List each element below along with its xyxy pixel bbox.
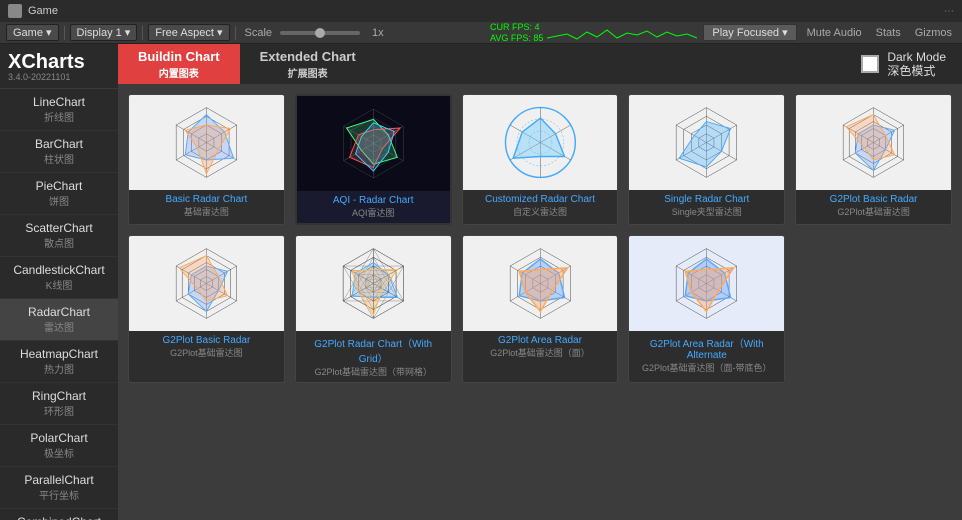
chevron-down-icon: ▾ <box>46 26 52 39</box>
stats-button[interactable]: Stats <box>872 26 905 40</box>
chart-info: G2Plot Basic Radar G2Plot基础雷达图 <box>796 190 951 222</box>
chart-grid: Basic Radar Chart 基础雷达图 AQI - Radar Char… <box>118 84 962 520</box>
sidebar-item-ringchart[interactable]: RingChart 环形图 <box>0 383 118 425</box>
chart-card-aqi-radar[interactable]: AQI - Radar Chart AQI雷达图 <box>295 94 452 225</box>
chart-preview <box>629 95 784 190</box>
chart-card-basic-radar[interactable]: Basic Radar Chart 基础雷达图 <box>128 94 285 225</box>
chart-card-single-radar[interactable]: Single Radar Chart Single夹型雷达图 <box>628 94 785 225</box>
tab-buildin[interactable]: Buildin Chart 内置图表 <box>118 44 240 84</box>
chart-preview <box>129 95 284 190</box>
brand-box: XCharts 3.4.0-20221101 <box>0 44 118 89</box>
chart-preview <box>796 95 951 190</box>
scale-slider[interactable] <box>280 31 360 35</box>
dark-mode-area: Dark Mode 深色模式 <box>861 44 962 84</box>
dark-mode-label: Dark Mode 深色模式 <box>887 50 946 79</box>
chart-preview <box>463 95 618 190</box>
separator-3 <box>235 26 236 40</box>
sidebar-item-heatmapchart[interactable]: HeatmapChart 热力图 <box>0 341 118 383</box>
scale-value: 1x <box>372 27 384 39</box>
chart-card-g2plot-basic2[interactable]: G2Plot Basic Radar G2Plot基础雷达图 <box>128 235 285 383</box>
sidebar-item-parallelchart[interactable]: ParallelChart 平行坐标 <box>0 467 118 509</box>
brand-name: XCharts <box>8 52 112 72</box>
scale-label: Scale <box>245 27 273 39</box>
sidebar-item-polarchart[interactable]: PolarChart 极坐标 <box>0 425 118 467</box>
chart-card-g2plot-area[interactable]: G2Plot Area Radar G2Plot基础雷达图（面） <box>462 235 619 383</box>
gizmos-button[interactable]: Gizmos <box>911 26 956 40</box>
chart-card-g2plot-grid[interactable]: G2Plot Radar Chart（With Grid） G2Plot基础雷达… <box>295 235 452 383</box>
chart-preview <box>296 236 451 331</box>
chart-info: AQI - Radar Chart AQI雷达图 <box>297 191 450 223</box>
chart-card-customized-radar[interactable]: Customized Radar Chart 自定义雷达图 <box>462 94 619 225</box>
dark-mode-checkbox[interactable] <box>861 55 879 73</box>
chart-info: G2Plot Area Radar G2Plot基础雷达图（面） <box>463 331 618 363</box>
toolbar-right: CUR FPS: 4 AVG FPS: 85 Play Focused ▾ Mu… <box>490 22 956 44</box>
game-icon <box>8 4 22 18</box>
main-area: XCharts 3.4.0-20221101 LineChart 折线图 Bar… <box>0 44 962 520</box>
sidebar-item-barchart[interactable]: BarChart 柱状图 <box>0 131 118 173</box>
sidebar-item-combinedchart[interactable]: CombinedChart 组合图 <box>0 509 118 520</box>
play-focused-button[interactable]: Play Focused ▾ <box>703 24 796 41</box>
chart-card-g2plot-area-alt[interactable]: G2Plot Area Radar（With Alternate G2Plot基… <box>628 235 785 383</box>
game-label: Game <box>28 5 58 17</box>
mute-audio-button[interactable]: Mute Audio <box>803 26 866 40</box>
tab-extended[interactable]: Extended Chart 扩展图表 <box>240 44 376 84</box>
content-area: Buildin Chart 内置图表 Extended Chart 扩展图表 D… <box>118 44 962 520</box>
system-bar: Game ⋯ <box>0 0 962 22</box>
aspect-dropdown[interactable]: Free Aspect ▾ <box>148 24 229 41</box>
chart-preview <box>129 236 284 331</box>
toolbar: Game ▾ Display 1 ▾ Free Aspect ▾ Scale 1… <box>0 22 962 44</box>
chart-preview <box>463 236 618 331</box>
chart-info: Basic Radar Chart 基础雷达图 <box>129 190 284 222</box>
chevron-down-icon: ▾ <box>782 26 788 39</box>
game-dropdown[interactable]: Game ▾ <box>6 24 59 41</box>
display-dropdown[interactable]: Display 1 ▾ <box>70 24 138 41</box>
fps-area: CUR FPS: 4 AVG FPS: 85 <box>490 22 697 44</box>
chart-card-g2plot-basic[interactable]: G2Plot Basic Radar G2Plot基础雷达图 <box>795 94 952 225</box>
brand-version: 3.4.0-20221101 <box>8 72 112 82</box>
chart-info: Single Radar Chart Single夹型雷达图 <box>629 190 784 222</box>
chart-preview <box>297 96 450 191</box>
chart-info: G2Plot Radar Chart（With Grid） G2Plot基础雷达… <box>296 331 451 382</box>
sidebar-item-scatterchart[interactable]: ScatterChart 散点图 <box>0 215 118 257</box>
chart-info: G2Plot Area Radar（With Alternate G2Plot基… <box>629 331 784 378</box>
separator-2 <box>142 26 143 40</box>
chevron-down-icon: ▾ <box>125 26 131 39</box>
sidebar-item-radarchart[interactable]: RadarChart 雷达图 <box>0 299 118 341</box>
fps-graph <box>547 24 697 42</box>
chart-info: G2Plot Basic Radar G2Plot基础雷达图 <box>129 331 284 363</box>
top-bar-spacer: ⋯ <box>944 5 954 17</box>
chart-info: Customized Radar Chart 自定义雷达图 <box>463 190 618 222</box>
sidebar: XCharts 3.4.0-20221101 LineChart 折线图 Bar… <box>0 44 118 520</box>
separator-1 <box>64 26 65 40</box>
sidebar-items-container: LineChart 折线图 BarChart 柱状图 PieChart 饼图 S… <box>0 89 118 520</box>
sidebar-item-linechart[interactable]: LineChart 折线图 <box>0 89 118 131</box>
chart-preview <box>629 236 784 331</box>
fps-text: CUR FPS: 4 AVG FPS: 85 <box>490 22 543 44</box>
sidebar-item-candlestickchart[interactable]: CandlestickChart K线图 <box>0 257 118 299</box>
sidebar-item-piechart[interactable]: PieChart 饼图 <box>0 173 118 215</box>
chevron-down-icon: ▾ <box>217 26 223 39</box>
tab-bar: Buildin Chart 内置图表 Extended Chart 扩展图表 D… <box>118 44 962 84</box>
